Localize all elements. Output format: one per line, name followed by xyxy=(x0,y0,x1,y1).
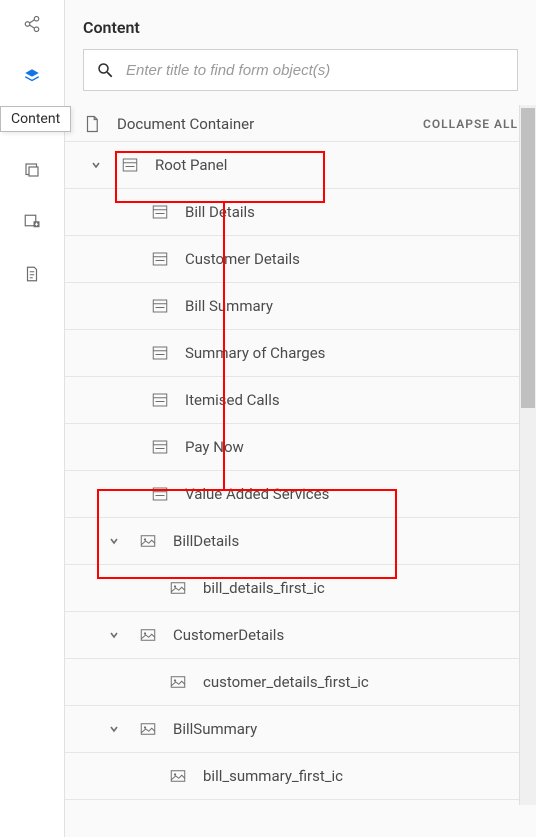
search-box xyxy=(83,49,518,91)
tree-row[interactable]: bill_summary_first_ic xyxy=(65,753,536,800)
tree-row[interactable]: Value Added Services xyxy=(65,471,536,518)
search-input[interactable] xyxy=(126,62,505,79)
tree-node-label: bill_details_first_ic xyxy=(203,579,325,597)
sidebar-tooltip: Content xyxy=(0,106,71,132)
tree-node-label: Pay Now xyxy=(185,438,244,456)
document-icon xyxy=(83,115,103,133)
tree-root-row[interactable]: Document Container COLLAPSE ALL xyxy=(65,107,536,142)
tree-row[interactable]: Bill Details xyxy=(65,189,536,236)
tree-row[interactable]: customer_details_first_ic xyxy=(65,659,536,706)
chevron-down-icon[interactable] xyxy=(105,536,123,546)
chevron-down-icon[interactable] xyxy=(105,724,123,734)
tree-row[interactable]: BillSummary xyxy=(65,706,536,753)
tree-node-label: bill_summary_first_ic xyxy=(203,767,343,785)
tree-node-label: Bill Details xyxy=(185,203,255,221)
tree-node-label: CustomerDetails xyxy=(173,626,284,644)
scrollbar-up-icon[interactable] xyxy=(519,105,536,106)
image-icon xyxy=(167,767,189,785)
tree-row[interactable]: Summary of Charges xyxy=(65,330,536,377)
tree-row[interactable]: Customer Details xyxy=(65,236,536,283)
tree-container: Document Container COLLAPSE ALL Root Pan… xyxy=(65,105,536,837)
panel-icon xyxy=(149,438,171,456)
tree-node-label: Customer Details xyxy=(185,250,300,268)
tree-node-label: Itemised Calls xyxy=(185,391,280,409)
collapse-all-button[interactable]: COLLAPSE ALL xyxy=(423,117,518,131)
tree-node-label: BillDetails xyxy=(173,532,239,550)
share-icon[interactable] xyxy=(22,14,42,34)
tree-node-label: Summary of Charges xyxy=(185,344,325,362)
tree-row[interactable]: Pay Now xyxy=(65,424,536,471)
tree-row[interactable]: BillDetails xyxy=(65,518,536,565)
tree-row[interactable]: Itemised Calls xyxy=(65,377,536,424)
data-source-icon[interactable] xyxy=(22,160,42,180)
panel-icon xyxy=(149,203,171,221)
tree-row[interactable]: Root Panel xyxy=(65,142,536,189)
search-icon xyxy=(96,61,114,79)
panel-icon xyxy=(119,156,141,174)
chevron-down-icon[interactable] xyxy=(87,160,105,170)
assets-icon[interactable] xyxy=(22,212,42,232)
panel-icon xyxy=(149,250,171,268)
tree-node-label: customer_details_first_ic xyxy=(203,673,369,691)
image-icon xyxy=(137,532,159,550)
tree-row[interactable]: CustomerDetails xyxy=(65,612,536,659)
chevron-down-icon[interactable] xyxy=(105,630,123,640)
panel-icon xyxy=(149,297,171,315)
content-panel: Content Document Container COLLAPSE ALL … xyxy=(65,0,536,837)
scrollbar[interactable] xyxy=(519,105,536,805)
components-icon[interactable] xyxy=(22,264,42,284)
tree-node-label: Bill Summary xyxy=(185,297,273,315)
panel-icon xyxy=(149,344,171,362)
tree-node-label: Root Panel xyxy=(155,156,227,174)
scrollbar-thumb[interactable] xyxy=(521,108,535,408)
image-icon xyxy=(137,626,159,644)
panel-title: Content xyxy=(83,18,518,37)
tree-row[interactable]: Bill Summary xyxy=(65,283,536,330)
image-icon xyxy=(137,720,159,738)
document-container-label: Document Container xyxy=(117,115,423,133)
panel-icon xyxy=(149,485,171,503)
image-icon xyxy=(167,673,189,691)
tree-node-label: Value Added Services xyxy=(185,485,329,503)
panel-icon xyxy=(149,391,171,409)
tree-row[interactable]: bill_details_first_ic xyxy=(65,565,536,612)
image-icon xyxy=(167,579,189,597)
tree-node-label: BillSummary xyxy=(173,720,257,738)
layers-icon[interactable] xyxy=(22,66,42,86)
